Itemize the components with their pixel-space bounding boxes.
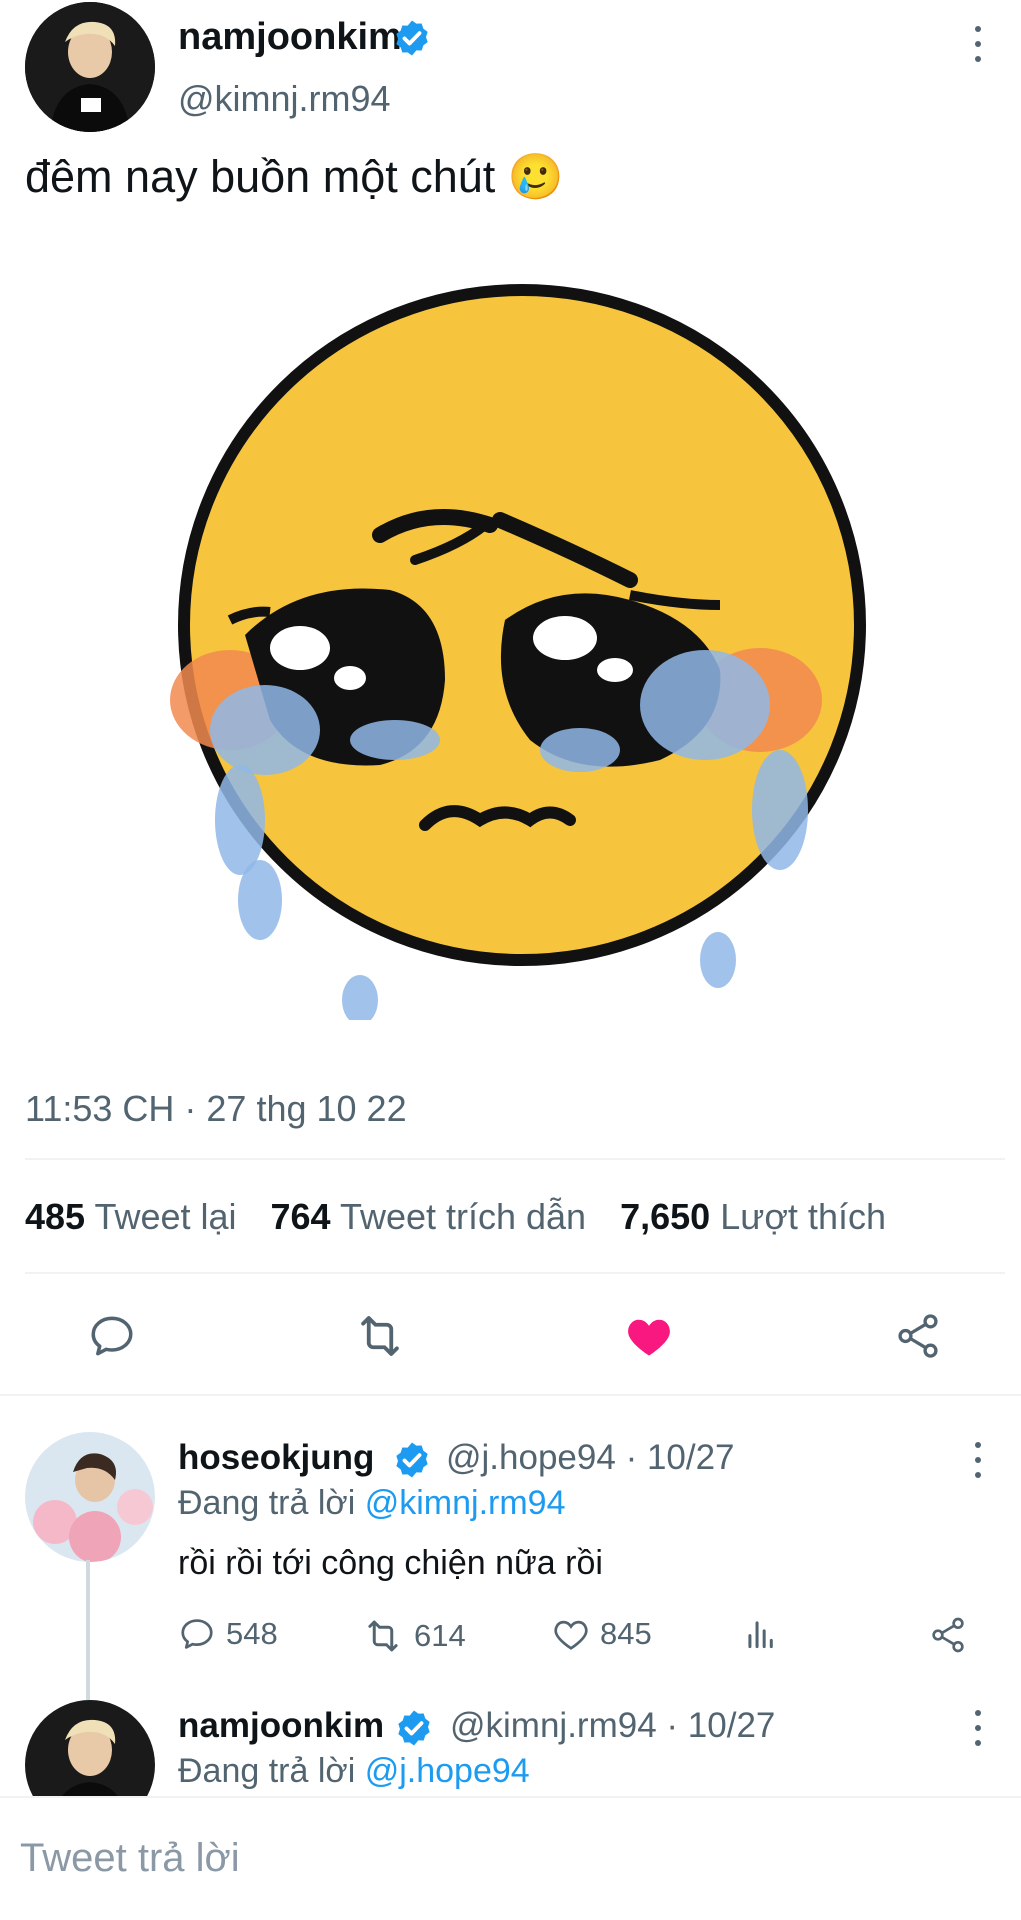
replying-to: Đang trả lời @j.hope94 bbox=[178, 1752, 530, 1790]
divider bbox=[25, 1272, 1005, 1274]
mention-link[interactable]: @j.hope94 bbox=[365, 1752, 530, 1790]
reply-author-handle[interactable]: @j.hope94 bbox=[446, 1438, 616, 1477]
divider bbox=[25, 1158, 1005, 1160]
verified-badge-icon bbox=[392, 1440, 432, 1485]
like-stat[interactable]: 7,650 Lượt thích bbox=[620, 1196, 886, 1238]
crying-face-sticker-icon bbox=[170, 284, 866, 1025]
retweet-count: 614 bbox=[414, 1618, 466, 1653]
reply-avatar[interactable] bbox=[25, 1432, 155, 1562]
reply-retweet-button[interactable]: 614 bbox=[362, 1615, 466, 1657]
heart-icon bbox=[554, 1620, 588, 1650]
mention-link[interactable]: @kimnj.rm94 bbox=[365, 1484, 566, 1522]
reply-meta: @kimnj.rm94 · 10/27 bbox=[450, 1706, 775, 1746]
reply-icon[interactable] bbox=[82, 1306, 142, 1366]
reply-meta: @j.hope94 · 10/27 bbox=[446, 1438, 735, 1478]
tweet-image[interactable] bbox=[160, 260, 880, 1025]
author-handle[interactable]: @kimnj.rm94 bbox=[178, 78, 391, 120]
reply-author-name[interactable]: namjoonkim bbox=[178, 1706, 384, 1746]
reply-count: 548 bbox=[226, 1616, 278, 1651]
retweet-icon bbox=[368, 1620, 398, 1652]
tweet-stats: 485 Tweet lại 764 Tweet trích dẫn 7,650 … bbox=[25, 1196, 886, 1238]
retweet-stat[interactable]: 485 Tweet lại bbox=[25, 1196, 237, 1238]
reply-reply-button[interactable]: 548 bbox=[178, 1615, 278, 1653]
share-icon bbox=[932, 1617, 964, 1653]
more-options-icon[interactable] bbox=[968, 1710, 988, 1746]
reply-input[interactable] bbox=[20, 1828, 980, 1888]
reply-composer bbox=[0, 1796, 1021, 1920]
reply-author-handle[interactable]: @kimnj.rm94 bbox=[450, 1706, 657, 1745]
more-options-icon[interactable] bbox=[968, 26, 988, 62]
reply-share-button[interactable] bbox=[928, 1615, 968, 1655]
reply-like-button[interactable]: 845 bbox=[552, 1615, 652, 1653]
reply-icon bbox=[181, 1619, 213, 1649]
replying-to: Đang trả lời @kimnj.rm94 bbox=[178, 1484, 566, 1522]
analytics-button[interactable] bbox=[742, 1615, 780, 1653]
author-avatar[interactable] bbox=[25, 2, 155, 132]
share-icon[interactable] bbox=[888, 1306, 948, 1366]
verified-badge-icon bbox=[392, 18, 432, 63]
retweet-icon[interactable] bbox=[350, 1306, 410, 1366]
analytics-icon bbox=[748, 1621, 773, 1649]
like-count: 845 bbox=[600, 1616, 652, 1651]
tweet-timestamp[interactable]: 11:53 CH · 27 thg 10 22 bbox=[25, 1088, 407, 1130]
tweet-text: đêm nay buồn một chút 🥲 bbox=[25, 151, 564, 202]
divider bbox=[0, 1394, 1021, 1396]
thread-line bbox=[86, 1560, 90, 1700]
quote-stat[interactable]: 764 Tweet trích dẫn bbox=[271, 1196, 587, 1238]
author-name[interactable]: namjoonkim bbox=[178, 16, 402, 59]
verified-badge-icon bbox=[394, 1708, 434, 1753]
reply-date[interactable]: · 10/27 bbox=[666, 1706, 775, 1745]
reply-text: rồi rồi tới công chiện nữa rồi bbox=[178, 1544, 603, 1582]
reply-date[interactable]: · 10/27 bbox=[626, 1438, 735, 1477]
reply-author-name[interactable]: hoseokjung bbox=[178, 1438, 374, 1478]
more-options-icon[interactable] bbox=[968, 1442, 988, 1478]
like-icon-filled[interactable] bbox=[619, 1306, 679, 1366]
